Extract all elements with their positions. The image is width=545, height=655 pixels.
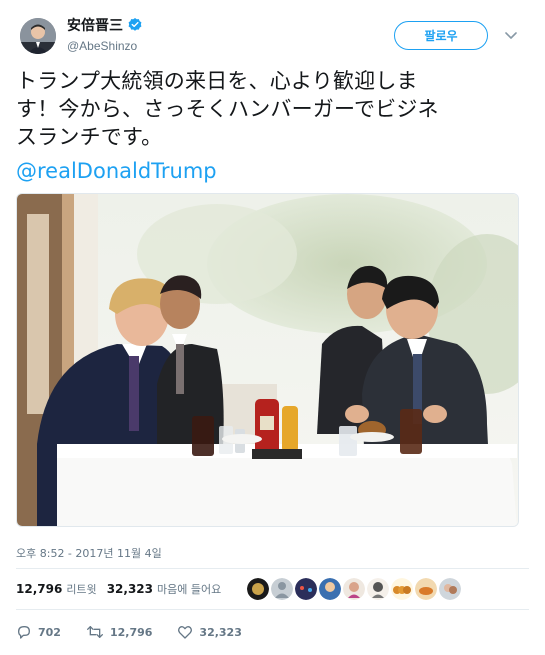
- tweet-text-line: トランプ大統領の来日を、心より歓迎しま: [16, 69, 418, 93]
- tweet-header: 安倍晋三 @AbeShinzo 팔로우: [0, 0, 545, 62]
- liker-avatar[interactable]: [415, 578, 437, 600]
- chevron-down-icon[interactable]: [503, 27, 519, 43]
- like-count: 32,323: [199, 625, 242, 639]
- likes-stat[interactable]: 32,323 마음에 들어요: [107, 581, 222, 597]
- tweet-text-line: す！今から、さっそくハンバーガーでビジネ: [16, 97, 439, 121]
- reply-count: 702: [38, 625, 61, 639]
- avatar[interactable]: [20, 18, 56, 54]
- tweet-timestamp[interactable]: 오후 8:52 - 2017년 11월 4일: [16, 545, 162, 561]
- likes-count: 32,323: [106, 582, 153, 596]
- retweet-button[interactable]: 12,796: [86, 624, 152, 640]
- liker-avatars: [247, 578, 461, 600]
- retweet-icon: [86, 626, 103, 638]
- liker-avatar[interactable]: [295, 578, 317, 600]
- retweet-count: 12,796: [109, 625, 153, 639]
- liker-avatar[interactable]: [247, 578, 269, 600]
- likes-label: 마음에 들어요: [157, 583, 222, 596]
- reply-icon: [18, 626, 30, 639]
- tweet-photo[interactable]: [16, 193, 519, 527]
- liker-avatar[interactable]: [391, 578, 413, 600]
- divider: [16, 568, 529, 569]
- retweets-label: 리트윗: [66, 583, 97, 596]
- liker-avatar[interactable]: [271, 578, 293, 600]
- liker-avatar[interactable]: [343, 578, 365, 600]
- liker-avatar[interactable]: [319, 578, 341, 600]
- mention-link[interactable]: @realDonaldTrump: [16, 157, 217, 185]
- retweets-count: 12,796: [16, 582, 63, 596]
- follow-button[interactable]: 팔로우: [394, 21, 488, 50]
- liker-avatar[interactable]: [367, 578, 389, 600]
- like-button[interactable]: 32,323: [177, 624, 242, 640]
- verified-badge-icon: [128, 18, 142, 31]
- liker-avatar[interactable]: [439, 578, 461, 600]
- user-names: 安倍晋三 @AbeShinzo: [67, 15, 143, 53]
- user-handle[interactable]: @AbeShinzo: [67, 39, 143, 53]
- display-name[interactable]: 安倍晋三: [67, 15, 143, 35]
- display-name-text: 安倍晋三: [67, 18, 123, 34]
- tweet-actions: 702 12,796 32,323: [16, 620, 267, 644]
- retweets-stat[interactable]: 12,796 리트윗: [16, 581, 97, 597]
- reply-button[interactable]: 702: [16, 624, 61, 640]
- tweet-text-line: スランチです。: [16, 125, 163, 149]
- divider: [16, 609, 529, 610]
- heart-icon: [178, 626, 193, 639]
- tweet-text: トランプ大統領の来日を、心より歓迎しま す！今から、さっそくハンバーガーでビジネ…: [16, 67, 531, 151]
